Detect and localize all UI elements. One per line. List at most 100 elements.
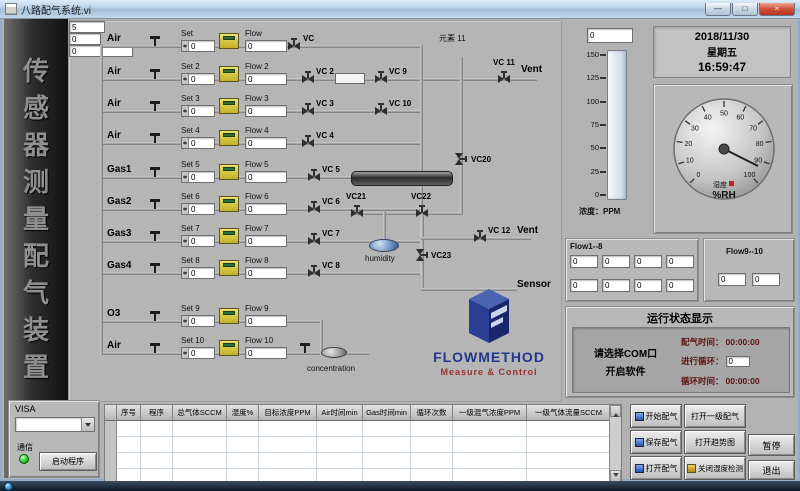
visa-resource-value[interactable] <box>16 418 81 431</box>
column-header[interactable]: 湿度% <box>227 405 259 421</box>
pause-button[interactable]: 暂停 <box>748 434 795 456</box>
start-gas-button[interactable]: 开始配气 <box>630 404 682 428</box>
visa-panel: VISA 通信 启动程序 <box>8 400 100 478</box>
close-humidity-button[interactable]: 关闭湿度检测 <box>684 456 746 480</box>
valve-vc4[interactable] <box>301 135 315 147</box>
set-input[interactable]: 0 <box>181 347 215 359</box>
set-label: Set 5 <box>181 160 200 169</box>
valve-vc9[interactable] <box>374 71 388 83</box>
start-program-button[interactable]: 启动程序 <box>39 452 97 471</box>
inlet-valve-icon <box>149 133 161 143</box>
thermometer-tick: 125 <box>567 73 599 82</box>
valve-vc3[interactable] <box>301 103 315 115</box>
column-header[interactable]: 一级混气浓度PPM <box>453 405 527 421</box>
table-column[interactable] <box>259 421 317 482</box>
close-button[interactable]: × <box>759 3 795 16</box>
valve-label: VC 10 <box>389 99 411 108</box>
spinner-icon[interactable] <box>182 41 189 51</box>
column-header[interactable]: 程序 <box>141 405 173 421</box>
valve-vc21[interactable] <box>350 205 364 217</box>
open-gas-button[interactable]: 打开配气 <box>630 456 682 480</box>
set-input[interactable]: 0 <box>181 171 215 183</box>
tick-mark <box>600 171 606 173</box>
set-input[interactable]: 0 <box>181 40 215 52</box>
table-column[interactable] <box>173 421 227 482</box>
windows-taskbar[interactable] <box>0 481 800 491</box>
comm-label: 通信 <box>17 442 33 453</box>
set-label: Set 4 <box>181 126 200 135</box>
visa-resource-combo[interactable] <box>15 417 95 432</box>
valve-vc10[interactable] <box>374 103 388 115</box>
valve-vc8[interactable] <box>307 265 321 277</box>
combo-dropdown-icon[interactable] <box>81 418 94 431</box>
pump-icon <box>321 347 347 358</box>
save-gas-button[interactable]: 保存配气 <box>630 430 682 454</box>
set-input[interactable]: 0 <box>181 137 215 149</box>
valve-vc[interactable] <box>287 38 301 50</box>
set-input[interactable]: 0 <box>181 73 215 85</box>
set-input[interactable]: 0 <box>181 105 215 117</box>
column-header[interactable]: 循环次数 <box>411 405 453 421</box>
column-header[interactable]: 序号 <box>117 405 141 421</box>
valve-vc22[interactable] <box>415 205 429 217</box>
spinner-icon[interactable] <box>182 138 189 148</box>
table-column[interactable] <box>363 421 411 482</box>
spinner-icon[interactable] <box>182 172 189 182</box>
table-column[interactable] <box>117 421 141 482</box>
inlet-valve-icon <box>149 263 161 273</box>
banner-char: 装 <box>4 312 68 349</box>
valve-vc2[interactable] <box>301 71 315 83</box>
valve-vc6[interactable] <box>307 201 321 213</box>
table-column[interactable] <box>317 421 363 482</box>
table-column[interactable] <box>227 421 259 482</box>
spinner-icon[interactable] <box>182 204 189 214</box>
svg-text:80: 80 <box>756 141 764 148</box>
scroll-up-icon[interactable] <box>610 405 621 417</box>
column-header[interactable]: 目标浓度PPM <box>259 405 317 421</box>
set-input[interactable]: 0 <box>181 267 215 279</box>
spinner-icon[interactable] <box>182 316 189 326</box>
table-scrollbar[interactable] <box>609 405 621 482</box>
flow-readout: 0 <box>570 279 598 292</box>
valve-vc7[interactable] <box>307 233 321 245</box>
valve-vc11[interactable] <box>497 71 511 83</box>
flow-label: Flow 6 <box>245 192 269 201</box>
spinner-icon[interactable] <box>182 236 189 246</box>
table-column[interactable] <box>527 421 611 482</box>
column-header[interactable]: Gas时间min <box>363 405 411 421</box>
valve-vc5[interactable] <box>307 169 321 181</box>
column-header[interactable]: 一级气体流量SCCM <box>527 405 611 421</box>
gas-label: Air <box>107 66 121 77</box>
spinner-icon[interactable] <box>182 268 189 278</box>
clock-date: 2018/11/30 <box>695 31 749 43</box>
minimize-button[interactable]: — <box>705 3 731 16</box>
window-titlebar[interactable]: 八路配气系统.vi — □ × <box>0 0 800 19</box>
program-table[interactable]: 序号 程序 总气体SCCM 湿度% 目标浓度PPM Air时间min Gas时间… <box>104 404 622 483</box>
banner-char: 气 <box>4 275 68 312</box>
column-header[interactable]: 总气体SCCM <box>173 405 227 421</box>
scrollbar-track[interactable] <box>610 417 621 470</box>
valve-vc20[interactable] <box>455 152 467 166</box>
spinner-icon[interactable] <box>182 106 189 116</box>
spinner-icon[interactable] <box>182 348 189 358</box>
flow-display: 0 <box>245 40 287 52</box>
start-orb-icon[interactable] <box>4 482 13 491</box>
set-input[interactable]: 0 <box>181 235 215 247</box>
table-column[interactable] <box>453 421 527 482</box>
set-input[interactable]: 0 <box>181 203 215 215</box>
table-column[interactable] <box>411 421 453 482</box>
gas-label: Gas3 <box>107 228 131 239</box>
table-column[interactable] <box>141 421 173 482</box>
valve-vc12[interactable] <box>473 230 487 242</box>
table-body[interactable] <box>105 421 611 482</box>
open-primary-gas-button[interactable]: 打开一级配气 <box>684 404 746 428</box>
element11-input[interactable]: 5 <box>69 21 105 33</box>
exit-button[interactable]: 退出 <box>748 460 795 480</box>
set-input[interactable]: 0 <box>181 315 215 327</box>
spinner-icon[interactable] <box>182 74 189 84</box>
maximize-button[interactable]: □ <box>732 3 758 16</box>
valve-vc23[interactable] <box>416 248 428 262</box>
column-header[interactable]: Air时间min <box>317 405 363 421</box>
open-trend-button[interactable]: 打开趋势图 <box>684 430 746 454</box>
banner-char: 器 <box>4 127 68 164</box>
